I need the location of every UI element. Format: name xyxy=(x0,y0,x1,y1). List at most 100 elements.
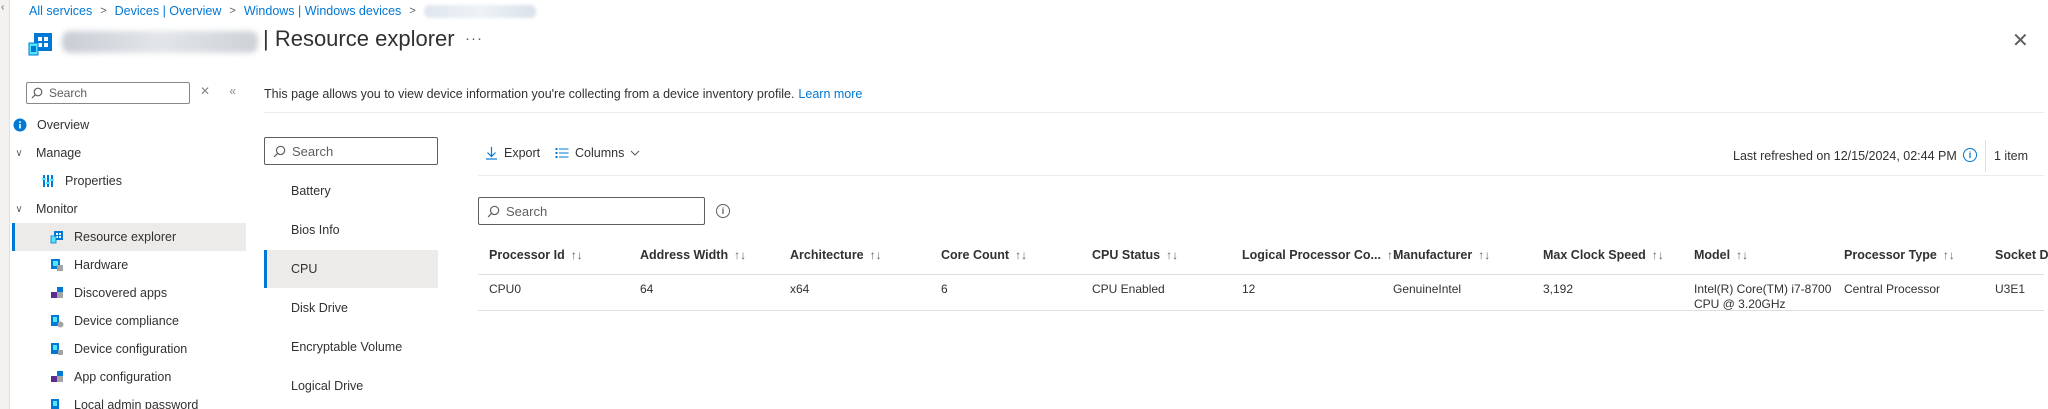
chevron-left-icon[interactable]: ‹ xyxy=(1,2,4,13)
column-header-socket-designation[interactable]: Socket D xyxy=(1995,248,2048,262)
column-header-label: Socket D xyxy=(1995,248,2048,262)
columns-button[interactable]: Columns xyxy=(555,146,640,160)
category-item-cpu[interactable]: CPU xyxy=(264,250,438,288)
column-header-label: Processor Type xyxy=(1844,248,1937,262)
nav-tools: ✕ « xyxy=(200,84,252,98)
nav-search-input[interactable]: Search xyxy=(26,82,190,104)
column-header-label: CPU Status xyxy=(1092,248,1161,262)
toolbar-bottom-divider xyxy=(478,175,2044,176)
table-cell: Central Processor xyxy=(1844,282,1941,296)
sidebar-group-monitor[interactable]: ∨ Monitor xyxy=(12,195,246,223)
sort-icon[interactable]: ↑↓ xyxy=(870,248,882,262)
search-icon xyxy=(31,87,45,99)
column-header-processor-id[interactable]: Processor Id ↑↓ xyxy=(489,248,583,262)
sidebar-item-device-compliance[interactable]: Device compliance xyxy=(12,307,246,335)
category-item-encryptable-volume[interactable]: Encryptable Volume xyxy=(264,328,438,366)
column-header-core-count[interactable]: Core Count ↑↓ xyxy=(941,248,1027,262)
toolbar-divider xyxy=(1985,140,1986,172)
sort-icon[interactable]: ↑↓ xyxy=(1478,248,1490,262)
sort-icon[interactable]: ↑↓ xyxy=(1652,248,1664,262)
column-header-architecture[interactable]: Architecture ↑↓ xyxy=(790,248,882,262)
column-header-label: Max Clock Speed xyxy=(1543,248,1646,262)
sidebar-item-app-configuration[interactable]: App configuration xyxy=(12,363,246,391)
redacted-device-name xyxy=(62,31,258,53)
export-button[interactable]: Export xyxy=(485,146,540,160)
column-header-label: Processor Id xyxy=(489,248,565,262)
column-header-logical-processor-count[interactable]: Logical Processor Co... ↑↓ xyxy=(1242,248,1399,262)
column-header-processor-type[interactable]: Processor Type ↑↓ xyxy=(1844,248,1955,262)
sort-icon[interactable]: ↑↓ xyxy=(1166,248,1178,262)
outer-nav-strip[interactable]: ‹ xyxy=(0,0,10,409)
column-header-label: Address Width xyxy=(640,248,729,262)
refresh-info-button[interactable]: i xyxy=(1963,148,1977,162)
sort-icon[interactable]: ↑↓ xyxy=(1015,248,1027,262)
sidebar-item-resource-explorer[interactable]: Resource explorer xyxy=(12,223,246,251)
column-header-cpu-status[interactable]: CPU Status ↑↓ xyxy=(1092,248,1178,262)
category-search-input[interactable]: Search xyxy=(264,137,438,165)
table-cell: GenuineIntel xyxy=(1393,282,1462,296)
breadcrumb-devices-overview[interactable]: Devices | Overview xyxy=(115,4,222,18)
column-header-manufacturer[interactable]: Manufacturer ↑↓ xyxy=(1393,248,1490,262)
info-icon: i xyxy=(716,204,730,218)
grid-search-input[interactable]: Search xyxy=(478,197,705,225)
device-app-icon xyxy=(28,31,54,57)
column-header-address-width[interactable]: Address Width ↑↓ xyxy=(640,248,746,262)
breadcrumb-separator: > xyxy=(409,5,416,17)
sort-icon[interactable]: ↑↓ xyxy=(1736,248,1748,262)
column-header-max-clock-speed[interactable]: Max Clock Speed ↑↓ xyxy=(1543,248,1664,262)
sidebar-item-label: Resource explorer xyxy=(74,230,177,244)
info-icon: i xyxy=(1963,148,1977,162)
row-divider xyxy=(478,310,2044,311)
intro-description: This page allows you to view device info… xyxy=(264,87,795,101)
search-icon xyxy=(273,145,286,158)
export-label: Export xyxy=(504,146,541,160)
divider xyxy=(264,112,2044,113)
sort-icon[interactable]: ↑↓ xyxy=(571,248,583,262)
column-header-model[interactable]: Model ↑↓ xyxy=(1694,248,1748,262)
sort-icon[interactable]: ↑↓ xyxy=(1943,248,1955,262)
intro-text: This page allows you to view device info… xyxy=(264,87,862,101)
category-item-bios-info[interactable]: Bios Info xyxy=(264,211,438,249)
sidebar-item-label: Discovered apps xyxy=(74,286,168,300)
category-item-logical-drive[interactable]: Logical Drive xyxy=(264,367,438,405)
grid-search-info-button[interactable]: i xyxy=(716,204,730,218)
header-divider xyxy=(478,274,2044,275)
compliance-icon xyxy=(49,313,65,329)
sort-icon[interactable]: ↑↓ xyxy=(734,248,746,262)
breadcrumb-separator: > xyxy=(229,5,236,17)
column-header-label: Architecture xyxy=(790,248,864,262)
sidebar-item-overview[interactable]: Overview xyxy=(12,111,246,139)
breadcrumb-all-services[interactable]: All services xyxy=(29,4,92,18)
category-item-battery[interactable]: Battery xyxy=(264,172,438,210)
sidebar-item-label: Properties xyxy=(65,174,122,188)
close-icon[interactable]: ✕ xyxy=(2012,28,2029,53)
sidebar-item-properties[interactable]: Properties xyxy=(12,167,246,195)
app-config-icon xyxy=(49,369,65,385)
column-header-label: Manufacturer xyxy=(1393,248,1473,262)
table-cell: 64 xyxy=(640,282,654,296)
sidebar-group-manage[interactable]: ∨ Manage xyxy=(12,139,246,167)
more-options-button[interactable]: ··· xyxy=(465,30,483,47)
sidebar-item-discovered-apps[interactable]: Discovered apps xyxy=(12,279,246,307)
columns-label: Columns xyxy=(575,146,625,160)
grid-search-placeholder: Search xyxy=(506,203,548,219)
breadcrumb-redacted-device[interactable] xyxy=(423,4,536,18)
apps-icon xyxy=(49,285,65,301)
properties-icon xyxy=(40,173,56,189)
column-header-label: Model xyxy=(1694,248,1731,262)
category-item-disk-drive[interactable]: Disk Drive xyxy=(264,289,438,327)
collapse-nav-icon[interactable]: « xyxy=(229,84,236,98)
sidebar-item-device-configuration[interactable]: Device configuration xyxy=(12,335,246,363)
breadcrumb-windows-devices[interactable]: Windows | Windows devices xyxy=(244,4,401,18)
table-cell: x64 xyxy=(790,282,810,296)
sidebar-item-label: Overview xyxy=(37,118,90,132)
clear-search-icon[interactable]: ✕ xyxy=(200,84,210,98)
sidebar-item-hardware[interactable]: Hardware xyxy=(12,251,246,279)
sidebar-item-local-admin-password[interactable]: Local admin password xyxy=(12,391,246,409)
configuration-icon xyxy=(49,341,65,357)
sidebar-item-label: App configuration xyxy=(74,370,172,384)
learn-more-link[interactable]: Learn more xyxy=(798,87,862,101)
category-search-placeholder: Search xyxy=(292,143,334,159)
download-icon xyxy=(485,146,498,160)
chevron-down-icon xyxy=(630,150,640,156)
